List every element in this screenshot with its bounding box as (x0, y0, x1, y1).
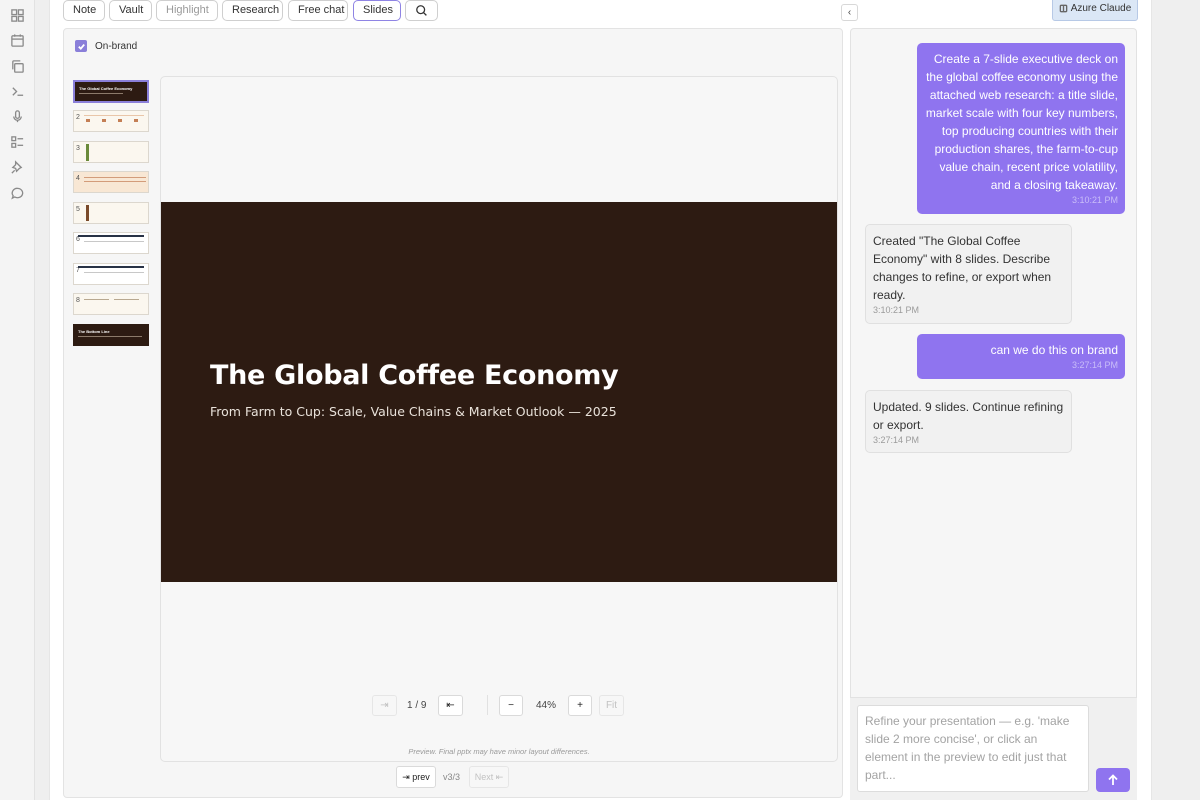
thumbnail-title: The Bottom Line (78, 329, 110, 334)
onbrand-checkbox[interactable] (75, 40, 87, 52)
next-version-button[interactable]: Next ⇤ (469, 766, 509, 788)
message-text: Create a 7-slide executive deck on the g… (925, 52, 1118, 192)
calendar-icon[interactable] (9, 32, 26, 49)
slide-canvas[interactable]: The Global Coffee Economy From Farm to C… (161, 202, 837, 582)
grid-icon[interactable] (9, 7, 26, 24)
collapse-chat-button[interactable]: ‹ (841, 4, 858, 21)
check-icon (77, 43, 85, 50)
slide-preview[interactable]: The Global Coffee Economy From Farm to C… (160, 76, 838, 762)
slide-subtitle[interactable]: From Farm to Cup: Scale, Value Chains & … (210, 404, 617, 419)
tab-free-chat[interactable]: Free chat (288, 0, 348, 21)
arrow-up-icon (1108, 774, 1118, 785)
chat-composer: Refine your presentation — e.g. 'make sl… (850, 697, 1137, 800)
version-indicator: v3/3 (443, 772, 461, 782)
message-time: 3:10:21 PM (1071, 195, 1118, 205)
zoom-level: 44% (536, 700, 557, 711)
control-divider (487, 695, 488, 715)
tab-slides[interactable]: Slides (353, 0, 401, 21)
slide-thumbnail-7[interactable]: 7 (73, 263, 149, 285)
thumbnail-number: 4 (76, 175, 80, 182)
thumbnail-number: 3 (76, 145, 80, 152)
thumbnail-number: 8 (76, 297, 80, 304)
slide-thumbnail-3[interactable]: 3 (73, 141, 149, 163)
slide-thumbnail-1[interactable]: The Global Coffee Economy (73, 80, 149, 103)
terminal-icon[interactable] (9, 83, 26, 100)
page-indicator: 1 / 9 (407, 700, 427, 711)
thumbnail-number: 7 (76, 267, 80, 274)
search-icon (416, 5, 427, 16)
thumbnail-title: The Global Coffee Economy (79, 86, 133, 91)
slide-title[interactable]: The Global Coffee Economy (210, 360, 619, 391)
app-sidebar (0, 0, 35, 800)
refine-input[interactable]: Refine your presentation — e.g. 'make sl… (857, 705, 1089, 792)
pin-icon[interactable] (9, 159, 26, 176)
chat-panel: Create a 7-slide executive deck on the g… (850, 28, 1137, 698)
slide-thumbnail-5[interactable]: 5 (73, 202, 149, 224)
thumbnail-number: 5 (76, 206, 80, 213)
first-slide-button[interactable]: ⇥ (372, 695, 397, 716)
slide-thumbnail-8[interactable]: 8 (73, 293, 149, 315)
onbrand-toggle[interactable]: On-brand (75, 40, 137, 52)
fit-button[interactable]: Fit (599, 695, 624, 716)
slide-thumbnail-2[interactable]: 2 (73, 110, 149, 132)
chat-bubble-icon[interactable] (9, 185, 26, 202)
message-text: Created "The Global Coffee Economy" with… (873, 234, 1052, 302)
microphone-icon[interactable] (9, 108, 26, 125)
thumbnail-number: 2 (76, 114, 80, 121)
send-button[interactable] (1096, 768, 1130, 792)
tab-research[interactable]: Research (222, 0, 283, 21)
tab-vault[interactable]: Vault (109, 0, 152, 21)
zoom-out-button[interactable]: − (499, 695, 523, 716)
model-label: Azure Claude (1070, 3, 1132, 14)
model-selector[interactable]: Azure Claude (1052, 0, 1138, 21)
tab-note[interactable]: Note (63, 0, 105, 21)
message-time: 3:10:21 PM (873, 305, 920, 315)
chat-message-assistant: Created "The Global Coffee Economy" with… (865, 224, 1072, 324)
chat-message-user: Create a 7-slide executive deck on the g… (917, 43, 1125, 214)
last-slide-button[interactable]: ⇤ (438, 695, 463, 716)
search-button[interactable] (405, 0, 438, 21)
zoom-in-button[interactable]: + (568, 695, 592, 716)
slide-thumbnail-6[interactable]: 6 (73, 232, 149, 254)
model-icon (1059, 4, 1068, 13)
thumbnail-number: 6 (76, 236, 80, 243)
preview-note: Preview. Final pptx may have minor layou… (408, 747, 590, 756)
message-text: can we do this on brand (990, 343, 1118, 357)
chat-message-assistant: Updated. 9 slides. Continue refining or … (865, 390, 1072, 453)
onbrand-label: On-brand (95, 40, 138, 52)
message-time: 3:27:14 PM (1071, 360, 1118, 370)
message-time: 3:27:14 PM (873, 435, 920, 445)
chat-message-user: can we do this on brand 3:27:14 PM (917, 334, 1125, 379)
slide-thumbnail-9[interactable]: The Bottom Line (73, 324, 149, 346)
copy-icon[interactable] (9, 58, 26, 75)
deck-workspace: On-brand The Global Coffee Economy 2 3 4… (63, 28, 843, 798)
message-text: Updated. 9 slides. Continue refining or … (873, 400, 1064, 432)
tab-highlight[interactable]: Highlight (156, 0, 218, 21)
checklist-icon[interactable] (9, 134, 26, 151)
prev-version-button[interactable]: ⇥ prev (396, 766, 436, 788)
slide-thumbnail-4[interactable]: 4 (73, 171, 149, 193)
